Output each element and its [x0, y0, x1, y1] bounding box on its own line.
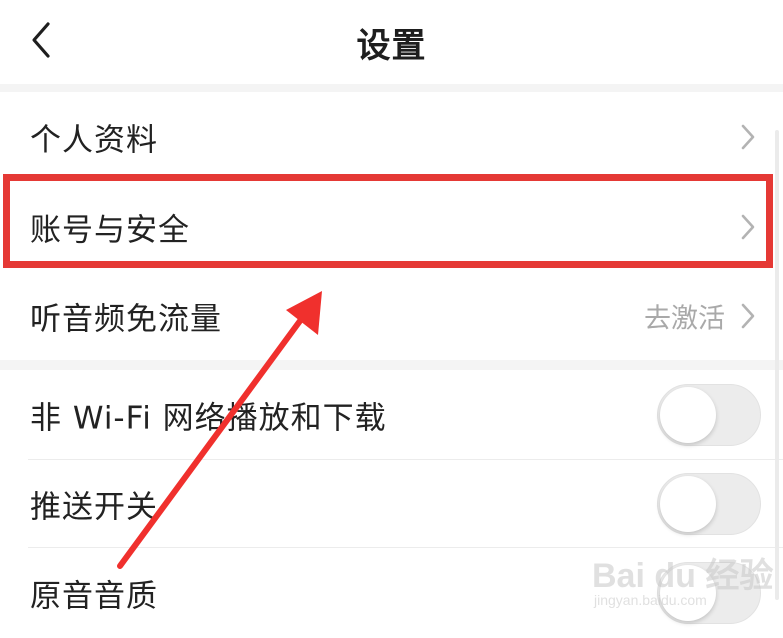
settings-item-label: 账号与安全	[30, 212, 190, 249]
settings-item-label: 原音音质	[30, 578, 158, 615]
settings-item-value: 去激活	[644, 303, 725, 335]
settings-item-profile[interactable]: 个人资料	[0, 92, 783, 182]
chevron-right-icon	[741, 124, 755, 150]
settings-item-non-wifi-playback: 非 Wi-Fi 网络播放和下载	[0, 370, 783, 460]
non-wifi-playback-toggle[interactable]	[657, 384, 761, 446]
toggle-knob	[660, 387, 716, 443]
nav-header: 设置	[0, 0, 783, 84]
settings-item-label: 个人资料	[30, 122, 158, 159]
settings-item-audio-free-data[interactable]: 听音频免流量 去激活	[0, 272, 783, 360]
original-sound-quality-toggle[interactable]	[657, 562, 761, 624]
push-switch-toggle[interactable]	[657, 473, 761, 535]
toggle-knob	[660, 476, 716, 532]
settings-item-account-security[interactable]: 账号与安全	[0, 182, 783, 272]
settings-item-label: 推送开关	[30, 489, 158, 526]
toggle-knob	[660, 565, 716, 621]
settings-item-original-sound-quality: 原音音质	[0, 548, 783, 638]
settings-item-push-switch: 推送开关	[0, 460, 783, 548]
chevron-right-icon	[741, 214, 755, 240]
section-gap	[0, 360, 783, 370]
chevron-right-icon	[741, 303, 755, 329]
settings-item-label: 非 Wi-Fi 网络播放和下载	[30, 400, 387, 437]
page-title: 设置	[356, 26, 427, 66]
scrollbar[interactable]	[775, 130, 779, 600]
settings-item-label: 听音频免流量	[30, 301, 222, 338]
section-gap	[0, 84, 783, 92]
